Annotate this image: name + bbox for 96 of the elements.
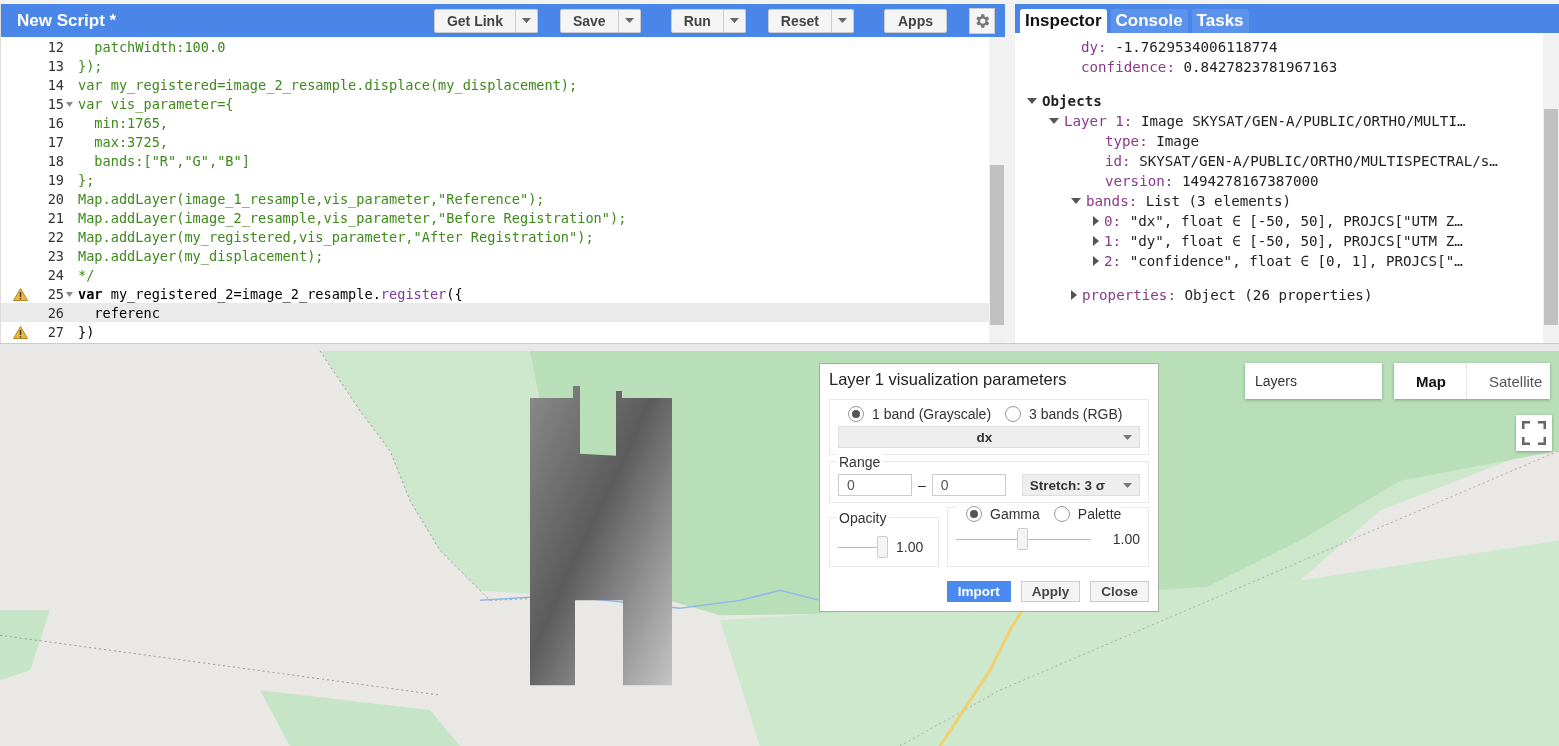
code-line: min:1765, <box>93 114 169 131</box>
dropdown-toggle[interactable] <box>832 8 854 33</box>
tree-entry: 2: "confidence", float ∈ [0, 1], PROJCS["… <box>1104 253 1463 269</box>
caret-icon <box>521 18 531 23</box>
line-number: 22 <box>47 228 64 245</box>
radio-option[interactable]: 3 bands (RGB) <box>1005 406 1123 422</box>
range-min-field[interactable]: 0 <box>838 474 912 496</box>
tree-entry: 1: "dy", float ∈ [-50, 50], PROJCS["UTM Z… <box>1104 233 1463 249</box>
band-dropdown[interactable]: dx <box>838 426 1140 448</box>
line-number: 19 <box>47 171 64 188</box>
code-line: Map.addLayer(image_2_resample,vis_parameter,"Before Registration"); <box>78 209 627 226</box>
expand-arrow-icon[interactable] <box>1093 236 1099 246</box>
toolbar-button[interactable]: Apps <box>884 8 947 33</box>
gamma-value: 1.00 <box>1112 531 1140 547</box>
radio-option[interactable]: 1 band (Grayscale) <box>848 406 992 422</box>
code-line: Map.addLayer(my_registered,vis_parameter,"After Registration"); <box>78 228 594 245</box>
expand-arrow-icon[interactable] <box>1093 216 1099 226</box>
caret-icon <box>838 18 847 23</box>
code-line: referenc <box>93 304 160 321</box>
line-number: 21 <box>47 209 64 226</box>
opacity-label: Opacity <box>836 510 890 526</box>
scrollbar[interactable] <box>989 37 1005 343</box>
line-number: 25 <box>47 285 64 302</box>
toolbar-button[interactable]: Get Link <box>433 8 516 33</box>
dialog-title: Layer 1 visualization parameters <box>829 370 1068 389</box>
dropdown-toggle[interactable] <box>723 8 746 33</box>
tree-entry: properties: Object (26 properties) <box>1082 287 1373 303</box>
line-number: 13 <box>47 57 64 74</box>
line-number: 16 <box>47 114 64 131</box>
tree-entry: 0: "dx", float ∈ [-50, 50], PROJCS["UTM Z… <box>1104 213 1463 229</box>
dropdown-toggle[interactable] <box>515 8 538 33</box>
range-separator: – <box>918 477 926 493</box>
line-number: 24 <box>47 266 64 283</box>
code-line: patchWidth:100.0 <box>93 38 226 55</box>
expand-arrow-icon[interactable] <box>1071 198 1081 204</box>
expand-arrow-icon[interactable] <box>1071 290 1077 300</box>
code-line: }); <box>78 57 103 74</box>
line-number: 17 <box>47 133 64 150</box>
code-line: max:3725, <box>93 133 169 150</box>
stretch-dropdown[interactable]: Stretch: 3 σ <box>1021 474 1140 496</box>
panel-tab[interactable]: Inspector <box>1020 9 1107 33</box>
layers-button[interactable]: Layers <box>1245 363 1382 399</box>
tree-entry: id: SKYSAT/GEN-A/PUBLIC/ORTHO/MULTISPECTRAL/s… <box>1105 153 1498 169</box>
radio-option[interactable]: Palette <box>1053 506 1122 522</box>
range-max-field[interactable]: 0 <box>931 474 1006 496</box>
code-line: Map.addLayer(my_displacement); <box>78 247 324 264</box>
line-number: 14 <box>47 76 64 93</box>
code-line: }) <box>78 323 95 340</box>
code-line: var my_registered=image_2_resample.displace(my_displacement); <box>78 76 578 93</box>
tree-entry: Layer 1: Image SKYSAT/GEN-A/PUBLIC/ORTHO/MULTI… <box>1064 113 1466 129</box>
caret-icon <box>624 18 634 23</box>
toolbar-button[interactable]: Reset <box>767 8 832 33</box>
caret-icon <box>729 18 739 23</box>
code-line: Map.addLayer(image_1_resample,vis_parameter,"Reference"); <box>78 190 545 207</box>
line-number: 18 <box>47 152 64 169</box>
line-number: 20 <box>47 190 64 207</box>
code-line: bands:["R","G","B"] <box>93 152 250 169</box>
dialog-button[interactable]: Close <box>1090 581 1149 602</box>
fold-arrow-icon[interactable] <box>66 101 73 107</box>
code-line: */ <box>78 266 95 283</box>
script-title: New Script * <box>17 10 117 31</box>
line-number: 12 <box>47 38 64 55</box>
code-line: var vis_parameter={ <box>78 95 234 112</box>
expand-arrow-icon[interactable] <box>1093 256 1099 266</box>
opacity-value: 1.00 <box>896 539 924 555</box>
tree-entry: type: Image <box>1105 133 1199 149</box>
tree-entry: version: 1494278167387000 <box>1105 173 1319 189</box>
range-label: Range <box>836 454 884 470</box>
fullscreen-button[interactable] <box>1516 415 1552 451</box>
line-number: 15 <box>47 95 64 112</box>
map-type-button[interactable]: Satellite <box>1466 363 1550 399</box>
tree-entry: Objects <box>1042 93 1102 109</box>
code-line: }; <box>78 171 95 188</box>
scrollbar[interactable] <box>1543 33 1559 343</box>
fold-arrow-icon[interactable] <box>66 291 73 297</box>
toolbar-button[interactable]: Run <box>670 8 724 33</box>
map-type-button[interactable]: Map <box>1394 363 1466 399</box>
settings-button[interactable] <box>969 7 995 34</box>
gamma-slider-thumb[interactable] <box>1017 527 1029 550</box>
dropdown-toggle[interactable] <box>618 8 641 33</box>
toolbar-button[interactable]: Save <box>559 8 619 33</box>
tree-entry: bands: List (3 elements) <box>1086 193 1291 209</box>
caret-icon <box>1123 482 1132 488</box>
tree-entry: confidence: 0.8427823781967163 <box>1081 59 1338 75</box>
radio-option[interactable]: Gamma <box>966 506 1040 522</box>
tree-entry: dy: -1.7629534006118774 <box>1081 39 1278 55</box>
expand-arrow-icon[interactable] <box>1027 98 1037 104</box>
line-number: 27 <box>47 323 64 340</box>
dialog-button[interactable]: Apply <box>1020 581 1081 602</box>
line-number: 23 <box>47 247 64 264</box>
expand-arrow-icon[interactable] <box>1049 118 1059 124</box>
opacity-slider-thumb[interactable] <box>877 535 888 558</box>
code-line: var my_registered_2=image_2_resample.register({ <box>78 285 463 302</box>
line-number: 26 <box>47 304 64 321</box>
fullscreen-icon <box>1522 421 1546 445</box>
caret-icon <box>1123 434 1132 440</box>
